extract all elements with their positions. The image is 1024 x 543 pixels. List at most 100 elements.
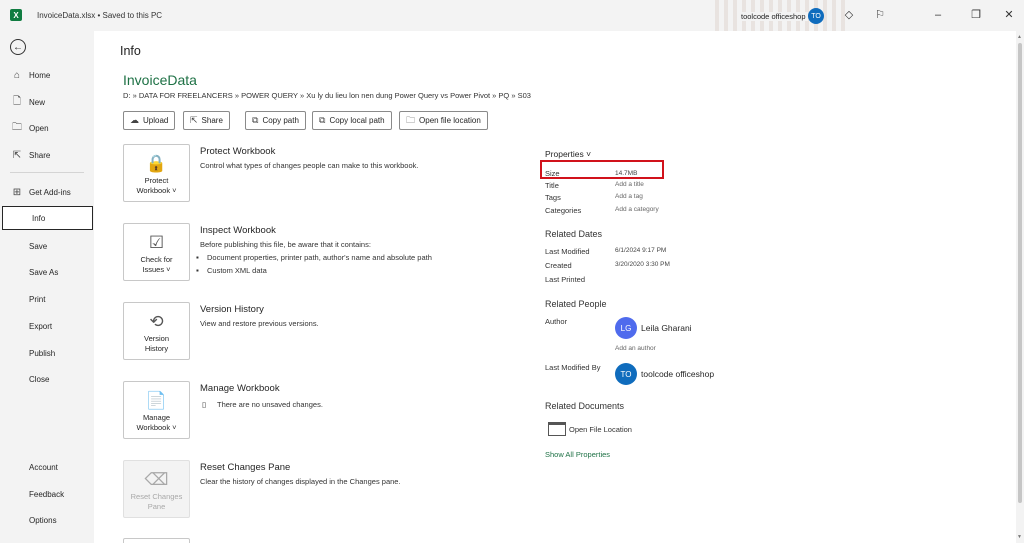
upload-label: Upload — [143, 116, 169, 125]
button-label-line1: Manage — [142, 413, 171, 422]
minimize-icon[interactable]: – — [931, 8, 945, 22]
nav-item-open[interactable]: 🗀 Open — [0, 116, 92, 140]
copy-link-icon: ⧉ — [319, 115, 326, 125]
section-description: Control what types of changes people can… — [200, 161, 419, 170]
folder-icon: 🗀 — [406, 114, 416, 125]
last-modified-by-entry[interactable]: TO toolcode officeshop — [615, 363, 714, 385]
nav-item-save-as[interactable]: Save As — [0, 260, 92, 284]
nav-item-label: Options — [29, 515, 57, 525]
open-file-location-link[interactable]: Open File Location — [569, 425, 632, 434]
user-avatar[interactable]: TO — [808, 8, 824, 24]
property-label: Categories — [545, 206, 582, 215]
modifier-name: toolcode officeshop — [641, 369, 715, 379]
nav-item-account[interactable]: Account — [0, 455, 92, 479]
home-icon: ⌂ — [13, 69, 21, 81]
nav-item-label: Info — [32, 213, 46, 223]
nav-item-label: Close — [29, 374, 50, 384]
file-path-breadcrumb: D: » DATA FOR FREELANCERS » POWER QUERY … — [123, 91, 531, 100]
property-label: Last Modified By — [545, 363, 601, 372]
history-icon: ⟲ — [149, 312, 164, 331]
button-label-line2: Workbook ˅ — [136, 186, 177, 195]
nav-item-close[interactable]: Close — [0, 367, 92, 391]
nav-item-share[interactable]: ⇱ Share — [0, 143, 92, 167]
reset-changes-pane-button[interactable]: ⌫ Reset Changes Pane — [123, 460, 190, 518]
nav-item-label: Feedback — [29, 489, 65, 499]
nav-item-label: Save As — [29, 267, 59, 277]
author-entry[interactable]: LG Leila Gharani — [615, 317, 692, 339]
document-title: InvoiceData.xlsx • Saved to this PC — [37, 11, 163, 20]
copy-local-path-label: Copy local path — [329, 116, 385, 125]
nav-item-label: Account — [29, 462, 58, 472]
check-for-issues-button[interactable]: ☑ Check for Issues ˅ — [123, 223, 190, 281]
nav-item-label: Export — [29, 321, 53, 331]
copy-link-icon: ⧉ — [252, 115, 259, 125]
property-value-tags[interactable]: Add a tag — [615, 193, 643, 200]
add-ins-icon: ⊞ — [12, 186, 22, 198]
close-icon[interactable]: ✕ — [1002, 8, 1016, 22]
file-name: InvoiceData — [123, 72, 197, 88]
add-author-link[interactable]: Add an author — [615, 345, 656, 352]
scroll-down-icon[interactable]: ▼ — [1017, 534, 1022, 540]
property-label: Last Printed — [545, 275, 586, 284]
section-description: View and restore previous versions. — [200, 319, 319, 328]
diamond-icon[interactable]: ◇ — [842, 8, 856, 22]
open-file-location-button[interactable]: 🗀 Open file location — [399, 111, 488, 130]
document-icon: ▯ — [202, 400, 207, 409]
inspect-icon: ☑ — [148, 233, 165, 252]
cloud-upload-icon: ☁ — [130, 115, 139, 125]
nav-item-feedback[interactable]: Feedback — [0, 482, 92, 506]
copy-path-label: Copy path — [262, 116, 299, 125]
scroll-up-icon[interactable]: ▲ — [1017, 34, 1022, 40]
property-label: Size — [545, 169, 560, 178]
share-button[interactable]: ⇱ Share — [183, 111, 230, 130]
properties-dropdown[interactable]: Properties ˅ — [545, 149, 591, 159]
nav-item-info[interactable]: Info — [2, 206, 93, 230]
copy-local-path-button[interactable]: ⧉ Copy local path — [312, 111, 392, 130]
scrollbar-thumb[interactable] — [1018, 43, 1022, 503]
button-label-line1: Protect — [144, 176, 169, 185]
section-title: Inspect Workbook — [200, 225, 276, 236]
author-name: Leila Gharani — [641, 323, 692, 333]
restore-icon[interactable]: ❐ — [969, 8, 983, 22]
upload-button[interactable]: ☁ Upload — [123, 111, 176, 130]
nav-item-options[interactable]: Options — [0, 508, 92, 532]
related-people-heading: Related People — [545, 299, 607, 309]
version-history-button[interactable]: ⟲ Version History — [123, 302, 190, 360]
nav-item-label: Publish — [29, 348, 56, 358]
protect-workbook-button[interactable]: 🔒 Protect Workbook ˅ — [123, 144, 190, 202]
share-label: Share — [201, 116, 223, 125]
show-all-properties-link[interactable]: Show All Properties — [545, 450, 610, 459]
new-document-icon: 🗋 — [12, 95, 22, 107]
nav-item-export[interactable]: Export — [0, 314, 92, 338]
back-arrow-icon[interactable]: ← — [10, 39, 26, 55]
nav-item-publish[interactable]: Publish — [0, 341, 92, 365]
user-name[interactable]: toolcode officeshop — [739, 12, 808, 21]
nav-item-print[interactable]: Print — [0, 287, 92, 311]
backstage-nav: ← ⌂ Home 🗋 New 🗀 Open ⇱ Share ⊞ Get Add-… — [0, 31, 94, 543]
nav-item-label: Home — [29, 70, 51, 80]
property-value-categories[interactable]: Add a category — [615, 206, 659, 213]
nav-item-get-add-ins[interactable]: ⊞ Get Add-ins — [0, 180, 92, 204]
section-description: Before publishing this file, be aware th… — [200, 240, 371, 249]
coauthor-icon[interactable]: ⚐ — [873, 8, 887, 22]
section-description: Clear the history of changes displayed i… — [200, 477, 401, 486]
manage-workbook-button[interactable]: 📄 Manage Workbook ˅ — [123, 381, 190, 439]
related-documents-heading: Related Documents — [545, 401, 625, 411]
nav-item-new[interactable]: 🗋 New — [0, 90, 92, 114]
next-section-button[interactable] — [123, 538, 190, 543]
nav-item-label: Print — [29, 294, 46, 304]
excel-logo-icon: X — [10, 9, 22, 21]
copy-path-button[interactable]: ⧉ Copy path — [245, 111, 306, 130]
avatar: LG — [615, 317, 637, 339]
vertical-scrollbar[interactable]: ▲ ▼ — [1016, 31, 1024, 543]
section-title: Reset Changes Pane — [200, 462, 291, 473]
button-label-line2: Workbook ˅ — [136, 423, 177, 432]
nav-item-home[interactable]: ⌂ Home — [0, 63, 92, 87]
nav-item-label: Save — [29, 241, 48, 251]
nav-item-save[interactable]: Save — [0, 234, 92, 258]
nav-item-label: Open — [29, 123, 49, 133]
lock-icon: 🔒 — [145, 154, 168, 173]
property-label: Tags — [545, 193, 561, 202]
nav-item-label: New — [29, 97, 46, 107]
property-value-title[interactable]: Add a title — [615, 181, 644, 188]
